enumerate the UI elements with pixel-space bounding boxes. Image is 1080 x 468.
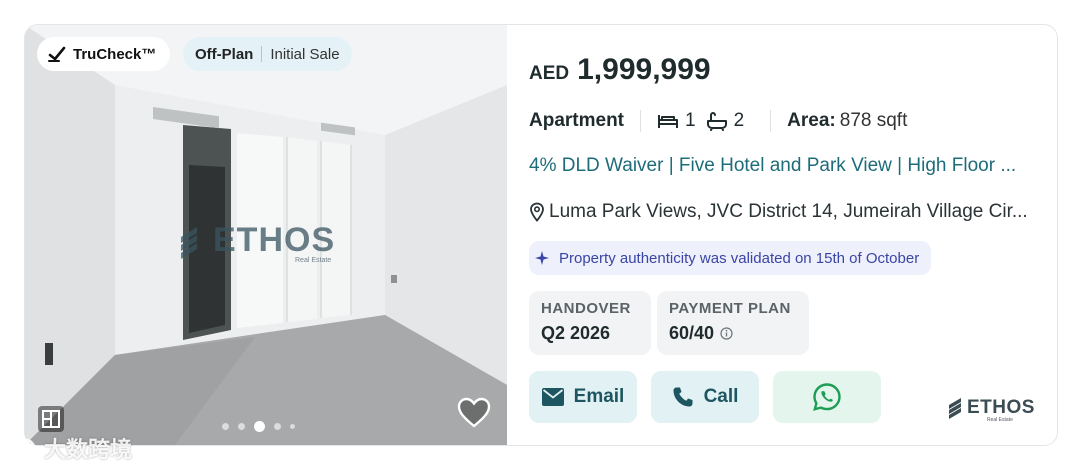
bathrooms-count: 2	[733, 110, 745, 131]
property-type: Apartment	[529, 110, 625, 131]
info-icon[interactable]	[720, 327, 733, 340]
agency-logo[interactable]: ETHOS Real Estate	[947, 397, 1035, 423]
location-pin-icon	[530, 202, 544, 222]
agency-name: ETHOS	[967, 397, 1035, 418]
handover-label: HANDOVER	[541, 300, 631, 317]
carousel-dot[interactable]	[222, 423, 229, 430]
call-button-label: Call	[703, 386, 739, 407]
check-badge-icon	[48, 46, 66, 62]
carousel-dots[interactable]	[222, 421, 295, 432]
offplan-badge: Off-Plan Initial Sale	[183, 37, 352, 71]
spec-divider	[770, 110, 772, 132]
area-value: 878 sqft	[839, 110, 908, 131]
listing-location: Luma Park Views, JVC District 14, Jumeir…	[529, 201, 1039, 223]
property-photo[interactable]: TruCheck™ Off-Plan Initial Sale ETHOS Re…	[25, 25, 507, 445]
carousel-dot[interactable]	[238, 423, 245, 430]
property-specs: Apartment 1 2 Area: 878 sqft	[529, 109, 907, 133]
photo-watermark-sub: Real Estate	[295, 257, 332, 264]
ethos-logo-icon	[181, 226, 197, 259]
badge-divider	[261, 46, 263, 62]
trucheck-badge[interactable]: TruCheck™	[37, 37, 171, 71]
validation-text: Property authenticity was validated on 1…	[559, 249, 920, 267]
price: AED 1,999,999	[529, 53, 711, 87]
handover-tile: HANDOVER Q2 2026	[529, 291, 651, 355]
payment-plan-value: 60/40	[669, 323, 715, 343]
sparkle-icon	[535, 251, 549, 265]
validation-banner: Property authenticity was validated on 1…	[529, 241, 932, 275]
gallery-grid-icon[interactable]	[37, 405, 65, 433]
payment-plan-label: PAYMENT PLAN	[669, 300, 791, 317]
sale-type-label: Initial Sale	[270, 45, 340, 63]
email-button-label: Email	[573, 386, 625, 407]
listing-info: AED 1,999,999 Apartment 1 2 Area: 878 sq…	[529, 25, 1057, 445]
carousel-dot[interactable]	[274, 423, 281, 430]
agency-sub: Real Estate	[987, 417, 1013, 423]
bath-icon	[706, 112, 727, 131]
location-text: Luma Park Views, JVC District 14, Jumeir…	[549, 201, 1028, 222]
email-button[interactable]: Email	[529, 371, 637, 423]
area-label: Area:	[787, 110, 836, 131]
phone-icon	[673, 387, 693, 407]
favorite-heart-icon[interactable]	[457, 397, 491, 429]
whatsapp-icon	[813, 383, 841, 411]
overlay-watermark: 大数跨境	[6, 432, 132, 464]
price-currency: AED	[529, 63, 570, 84]
carousel-dot[interactable]	[290, 424, 295, 429]
carousel-dot-active[interactable]	[254, 421, 265, 432]
photo-watermark-logo: ETHOS Real Estate	[177, 221, 336, 264]
bed-icon	[658, 115, 679, 128]
handover-value: Q2 2026	[541, 323, 611, 343]
spec-divider	[640, 110, 642, 132]
listing-title-link[interactable]: 4% DLD Waiver | Five Hotel and Park View…	[529, 155, 1039, 177]
bedrooms-count: 1	[685, 110, 696, 131]
trucheck-label: TruCheck™	[73, 45, 157, 63]
payment-plan-row: 60/40	[669, 323, 797, 344]
property-card[interactable]: TruCheck™ Off-Plan Initial Sale ETHOS Re…	[24, 24, 1058, 446]
listing-type-label: Off-Plan	[195, 45, 254, 63]
payment-plan-tile: PAYMENT PLAN 60/40	[657, 291, 809, 355]
price-value: 1,999,999	[577, 53, 711, 86]
envelope-icon	[541, 388, 564, 406]
overlay-watermark-text: 大数跨境	[44, 437, 133, 462]
call-button[interactable]: Call	[651, 371, 759, 423]
watermark-logo-icon	[6, 438, 36, 458]
whatsapp-button[interactable]	[773, 371, 881, 423]
photo-watermark-word: ETHOS	[213, 221, 336, 259]
ethos-logo-icon	[949, 398, 961, 419]
